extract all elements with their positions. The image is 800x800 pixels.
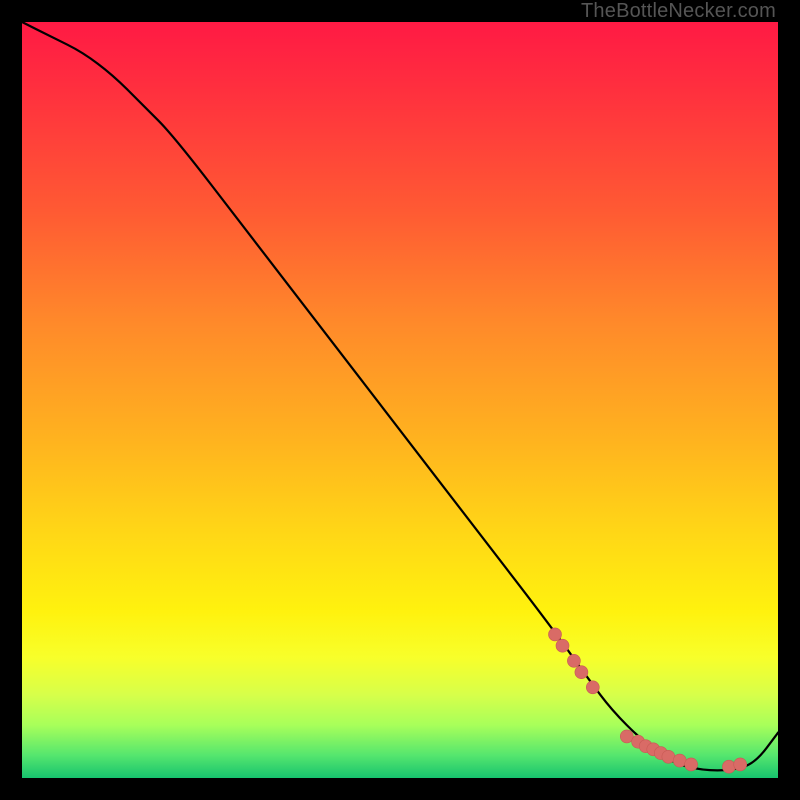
curve-svg bbox=[22, 22, 778, 778]
watermark-text: TheBottleNecker.com bbox=[581, 0, 776, 23]
plot-area bbox=[22, 22, 778, 778]
data-point-dot bbox=[734, 758, 747, 771]
data-point-dot bbox=[722, 760, 735, 773]
data-point-dot bbox=[575, 666, 588, 679]
data-point-dot bbox=[567, 654, 580, 667]
data-point-dot bbox=[673, 754, 686, 767]
marker-dots bbox=[549, 628, 747, 773]
bottleneck-curve-line bbox=[22, 22, 778, 770]
chart-frame: TheBottleNecker.com bbox=[0, 0, 800, 800]
data-point-dot bbox=[549, 628, 562, 641]
data-point-dot bbox=[586, 681, 599, 694]
data-point-dot bbox=[556, 639, 569, 652]
data-point-dot bbox=[685, 758, 698, 771]
